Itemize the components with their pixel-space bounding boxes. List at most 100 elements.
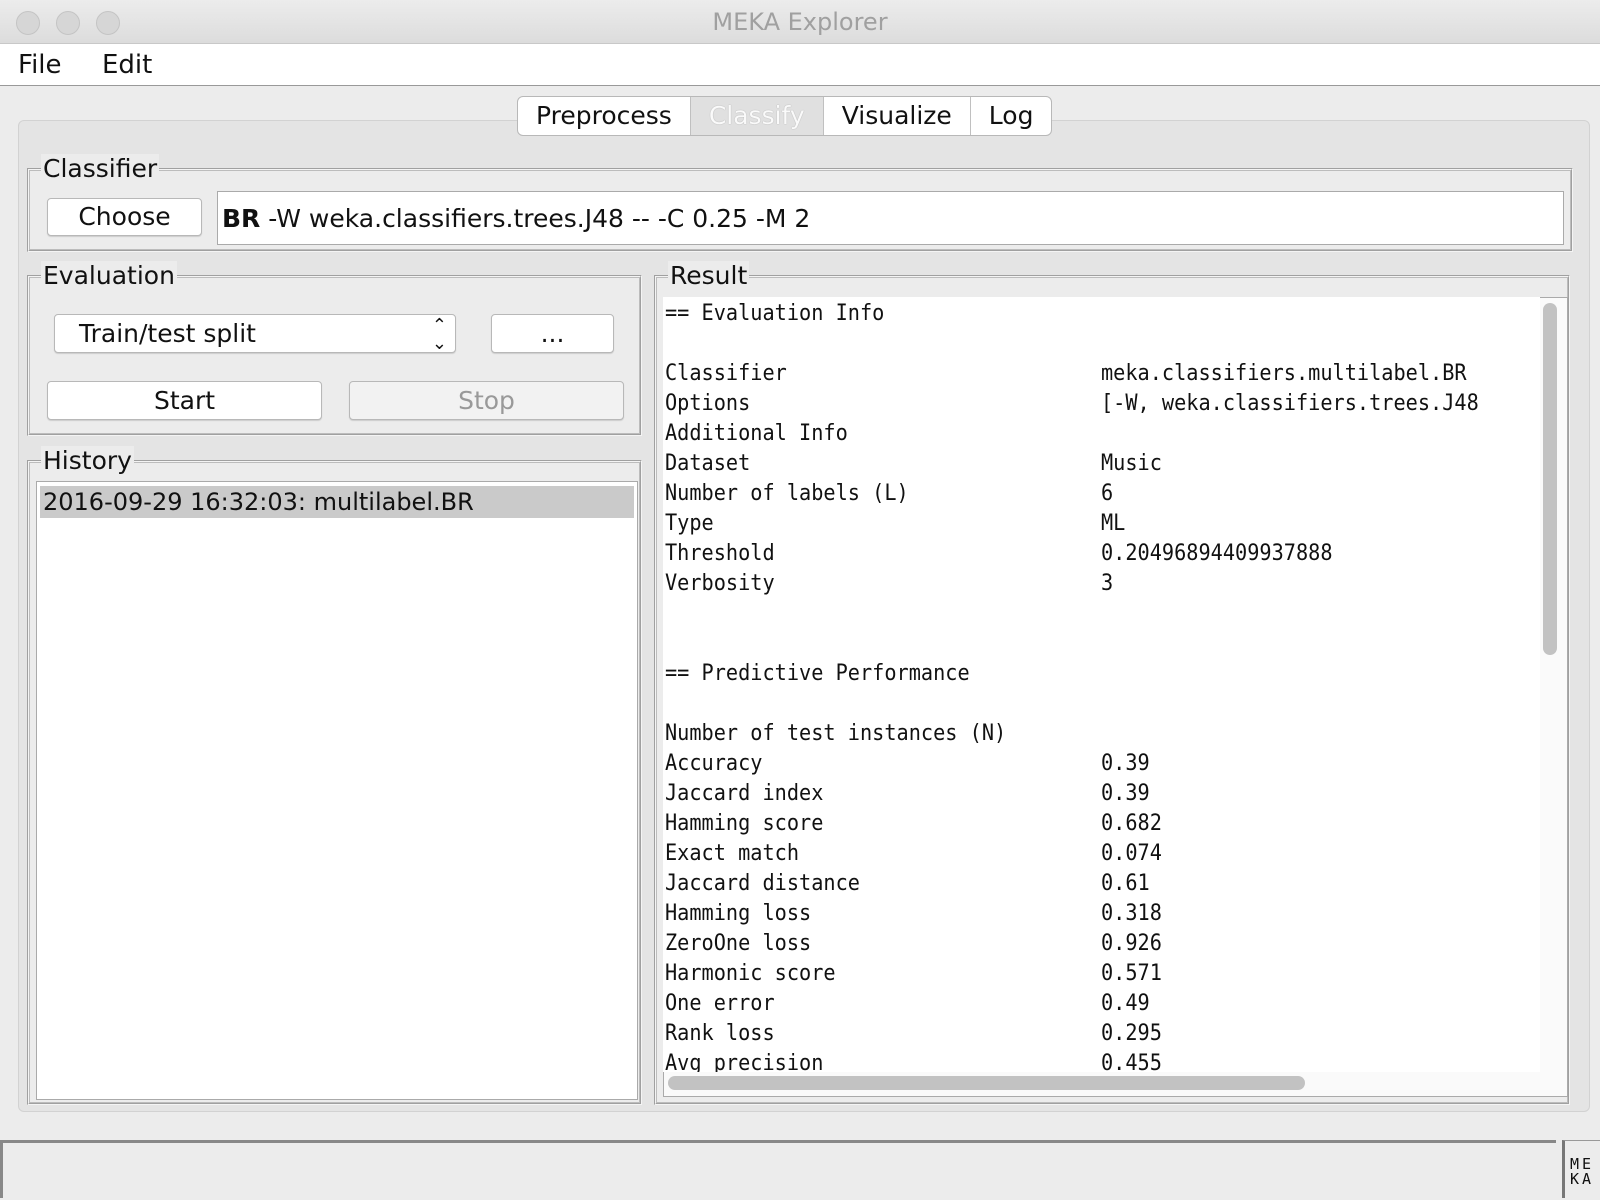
classifier-name: BR [222,204,261,233]
result-value: 0.926 [1101,931,1162,956]
result-line: Jaccard index 0.39 [665,779,1538,809]
title-bar: MEKA Explorer [0,0,1600,44]
result-key: Type [665,511,714,536]
result-line: Additional Info [665,419,1538,449]
result-value: 6 [1101,481,1114,506]
result-line: ZeroOne loss 0.926 [665,929,1538,959]
result-key: Jaccard distance [665,871,860,896]
result-line: Avg precision 0.455 [665,1049,1538,1072]
result-key: ZeroOne loss [665,931,812,956]
result-line: Dataset Music [665,449,1538,479]
result-key [665,629,1066,659]
result-value: 0.61 [1101,871,1150,896]
result-line: Harmonic score 0.571 [665,959,1538,989]
menu-bar: File Edit [0,44,1600,86]
stop-button[interactable]: Stop [349,381,624,420]
tab-log[interactable]: Log [971,97,1052,135]
result-key [665,599,1066,629]
status-bar [0,1140,1556,1198]
result-value: 0.39 [1101,781,1150,806]
evaluation-method-select[interactable]: Train/test split ⌃ ⌄ [54,314,456,353]
result-line: == Predictive Performance [665,659,1538,689]
result-value: 0.295 [1101,1021,1162,1046]
result-value: Music [1101,451,1162,476]
vertical-scrollbar-thumb[interactable] [1543,303,1557,655]
result-key: Accuracy [665,751,763,776]
result-key: Rank loss [665,1021,775,1046]
result-value: 0.20496894409937888 [1101,541,1333,566]
classifier-legend: Classifier [41,154,160,183]
history-item[interactable]: 2016-09-29 16:32:03: multilabel.BR [40,486,634,518]
result-value: 0.682 [1101,811,1162,836]
result-line: Number of labels (L) 6 [665,479,1538,509]
result-key: Classifier [665,361,787,386]
result-line: Threshold 0.20496894409937888 [665,539,1538,569]
result-line [665,599,1538,629]
close-window-button[interactable] [16,11,40,35]
result-key: Harmonic score [665,961,836,986]
result-key: Dataset [665,451,751,476]
result-legend: Result [668,261,750,290]
tab-classify[interactable]: Classify [690,97,824,135]
tab-visualize[interactable]: Visualize [824,97,971,135]
menu-edit[interactable]: Edit [102,50,152,80]
result-key: One error [665,991,775,1016]
start-button[interactable]: Start [47,381,322,420]
result-line: Hamming score 0.682 [665,809,1538,839]
window-title: MEKA Explorer [712,8,888,36]
result-key: Exact match [665,841,800,866]
result-key [665,689,1066,719]
menu-file[interactable]: File [18,50,62,80]
result-text[interactable]: == Evaluation Info Classifier meka.classif… [663,297,1540,1072]
tab-preprocess[interactable]: Preprocess [518,97,691,135]
choose-button[interactable]: Choose [47,198,202,236]
result-key: Threshold [665,541,775,566]
result-line: == Evaluation Info [665,299,1538,329]
horizontal-scrollbar-thumb[interactable] [668,1076,1305,1090]
evaluation-legend: Evaluation [41,261,177,290]
result-value: 0.318 [1101,901,1162,926]
result-line [665,689,1538,719]
result-key: == Evaluation Info [665,301,885,326]
meka-logo: ME KA [1562,1140,1600,1198]
result-line: Accuracy 0.39 [665,749,1538,779]
zoom-window-button[interactable] [96,11,120,35]
result-line: Jaccard distance 0.61 [665,869,1538,899]
result-key: Jaccard index [665,781,824,806]
result-key: Hamming loss [665,901,812,926]
result-value: 0.39 [1101,751,1150,776]
result-line [665,329,1538,359]
result-key [665,329,1066,359]
updown-chevron-icon: ⌃ ⌄ [431,315,447,354]
result-line: Number of test instances (N) [665,719,1538,749]
result-line: One error 0.49 [665,989,1538,1019]
result-key: Avg precision [665,1051,824,1072]
result-key: Additional Info [665,421,848,446]
result-value: 0.455 [1101,1051,1162,1072]
classifier-options: -W weka.classifiers.trees.J48 -- -C 0.25… [260,204,811,233]
result-key: Options [665,391,751,416]
result-line [665,629,1538,659]
result-value: 3 [1101,571,1114,596]
result-line: Verbosity 3 [665,569,1538,599]
minimize-window-button[interactable] [56,11,80,35]
result-value: meka.classifiers.multilabel.BR [1101,361,1467,386]
result-key: Number of test instances (N) [665,721,1007,746]
result-line: Rank loss 0.295 [665,1019,1538,1049]
tab-bar: Preprocess Classify Visualize Log [517,96,1053,136]
evaluation-method-value: Train/test split [79,319,256,348]
result-line: Exact match 0.074 [665,839,1538,869]
result-key: Number of labels (L) [665,481,909,506]
result-line: Options [-W, weka.classifiers.trees.J48 [665,389,1538,419]
result-line: Hamming loss 0.318 [665,899,1538,929]
result-value: 0.074 [1101,841,1162,866]
result-value: 0.49 [1101,991,1150,1016]
result-key: Hamming score [665,811,824,836]
classifier-field[interactable]: BR -W weka.classifiers.trees.J48 -- -C 0… [217,191,1564,245]
result-line: Classifier meka.classifiers.multilabel.BR [665,359,1538,389]
evaluation-options-button[interactable]: ... [491,314,614,353]
history-list[interactable]: 2016-09-29 16:32:03: multilabel.BR [36,481,638,1100]
result-value: [-W, weka.classifiers.trees.J48 [1101,391,1479,416]
result-key: Verbosity [665,571,775,596]
result-value: ML [1101,511,1126,536]
